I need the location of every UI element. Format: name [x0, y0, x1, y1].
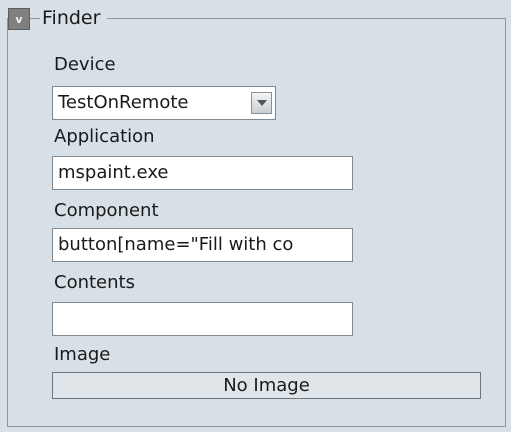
component-label: Component — [54, 200, 159, 221]
finder-title: Finder — [40, 7, 108, 29]
collapse-glyph: v — [15, 12, 23, 26]
contents-input[interactable] — [52, 302, 353, 336]
device-select-value: TestOnRemote — [58, 92, 189, 113]
contents-label: Contents — [54, 272, 135, 293]
finder-panel — [7, 18, 506, 427]
application-label: Application — [54, 126, 155, 147]
image-label: Image — [54, 344, 111, 365]
device-label: Device — [54, 54, 116, 75]
collapse-button[interactable]: v — [8, 8, 30, 30]
device-select[interactable]: TestOnRemote — [52, 86, 276, 120]
application-input[interactable]: mspaint.exe — [52, 156, 353, 190]
chevron-down-icon — [256, 100, 267, 106]
image-preview: No Image — [52, 372, 481, 399]
device-dropdown-button[interactable] — [251, 92, 272, 114]
component-input[interactable]: button[name="Fill with co — [52, 228, 353, 262]
